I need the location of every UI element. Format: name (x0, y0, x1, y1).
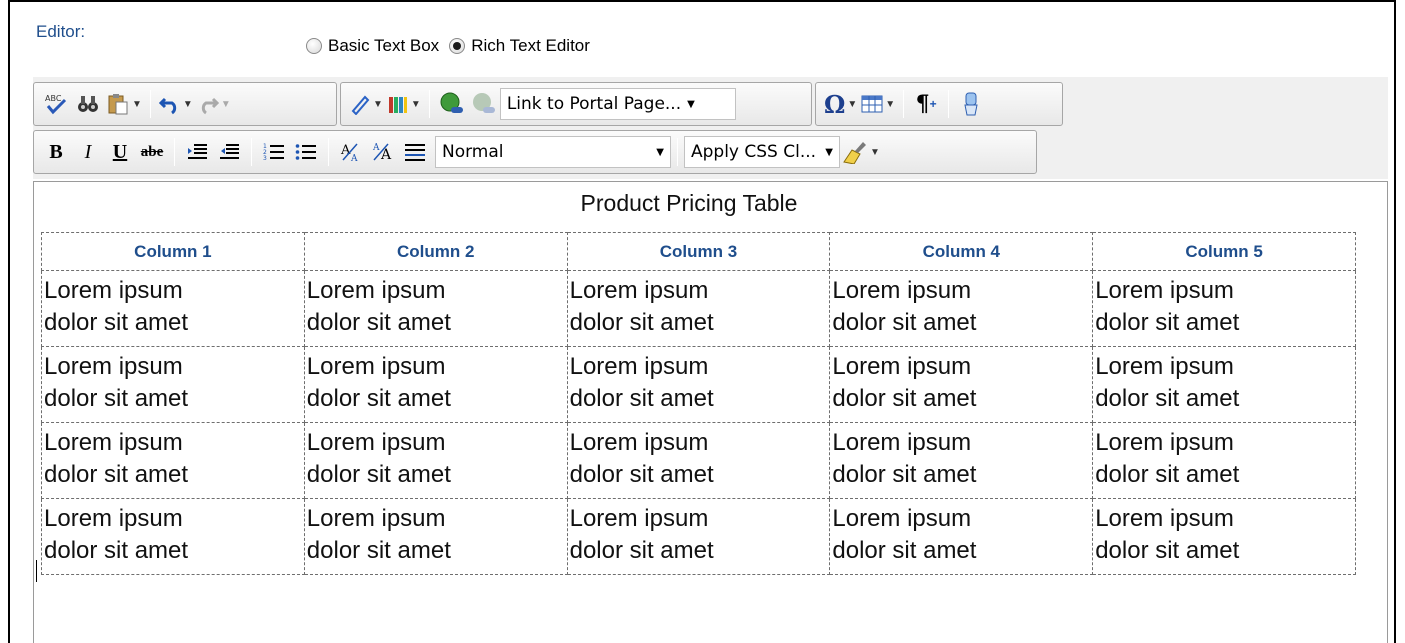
spellcheck-icon[interactable]: ABC (42, 87, 70, 121)
basic-text-box-radio[interactable] (306, 38, 322, 54)
table-cell[interactable]: Lorem ipsum dolor sit amet (1092, 346, 1356, 423)
toolbar-separator (328, 138, 329, 166)
outdent-icon[interactable] (215, 135, 243, 169)
justify-icon[interactable] (401, 135, 429, 169)
table-row: Lorem ipsum dolor sit amet Lorem ipsum d… (41, 422, 1356, 499)
table-cell[interactable]: Lorem ipsum dolor sit amet (829, 498, 1094, 575)
toolbar-separator (149, 90, 151, 118)
column-header[interactable]: Column 5 (1092, 232, 1356, 271)
table-cell[interactable]: Lorem ipsum dolor sit amet (303, 346, 568, 423)
product-pricing-table[interactable]: Column 1 Column 2 Column 3 Column 4 Colu… (41, 232, 1356, 575)
svg-text:A: A (372, 143, 380, 153)
link-dropdown-value: Link to Portal Page... (506, 94, 682, 114)
paragraph-icon[interactable]: ¶ + (912, 87, 940, 121)
column-header[interactable]: Column 3 (566, 232, 831, 271)
table-cell[interactable]: Lorem ipsum dolor sit amet (1092, 270, 1356, 347)
editor-mode-radio-group: Basic Text Box Rich Text Editor (306, 36, 600, 56)
editor-toolbar: ABC ▼ ▼ ▼ ▼ ▼ Link to Portal Page... ▼ Ω… (33, 77, 1388, 179)
table-row: Lorem ipsum dolor sit amet Lorem ipsum d… (41, 346, 1356, 423)
apply-css-class-dropdown[interactable]: Apply CSS Cl... ▼ (684, 136, 840, 168)
table-cell[interactable]: Lorem ipsum dolor sit amet (41, 498, 305, 575)
special-char-icon[interactable]: Ω ▼ (824, 87, 857, 121)
table-cell[interactable]: Lorem ipsum dolor sit amet (303, 498, 568, 575)
table-cell[interactable]: Lorem ipsum dolor sit amet (41, 422, 305, 499)
paste-icon[interactable]: ▼ (106, 87, 142, 121)
format-painter-icon[interactable]: ▼ (842, 135, 880, 169)
svg-text:A: A (340, 143, 351, 158)
toolbar-separator (677, 138, 678, 166)
basic-text-box-label[interactable]: Basic Text Box (328, 36, 439, 56)
text-cursor (36, 560, 37, 582)
rich-text-editor-label[interactable]: Rich Text Editor (471, 36, 590, 56)
find-replace-icon[interactable] (74, 87, 102, 121)
column-header[interactable]: Column 4 (829, 232, 1094, 271)
table-cell[interactable]: Lorem ipsum dolor sit amet (303, 422, 568, 499)
table-cell[interactable]: Lorem ipsum dolor sit amet (41, 346, 305, 423)
toolbar-group-format: B I U abe 123 AA AA Normal ▼ Apply CSS C… (33, 130, 1037, 174)
underline-icon[interactable]: U (106, 135, 134, 169)
table-cell[interactable]: Lorem ipsum dolor sit amet (566, 422, 831, 499)
toolbar-separator (903, 90, 905, 118)
format-dropdown-value: Normal (442, 142, 504, 162)
table-cell[interactable]: Lorem ipsum dolor sit amet (1092, 498, 1356, 575)
toolbar-group-links: ▼ ▼ Link to Portal Page... ▼ (340, 82, 812, 126)
highlight-color-icon[interactable]: ▼ (349, 87, 383, 121)
editor-label: Editor: (36, 22, 86, 41)
toolbar-group-insert: Ω ▼ ▼ ¶ + (815, 82, 1063, 126)
svg-text:A: A (380, 147, 392, 163)
remove-link-icon[interactable] (470, 87, 498, 121)
chevron-down-icon: ▼ (825, 146, 833, 158)
svg-text:A: A (350, 154, 358, 163)
italic-icon[interactable]: I (74, 135, 102, 169)
table-cell[interactable]: Lorem ipsum dolor sit amet (1092, 422, 1356, 499)
link-to-portal-page-dropdown[interactable]: Link to Portal Page... ▼ (499, 88, 736, 120)
toolbar-separator (428, 90, 430, 118)
table-cell[interactable]: Lorem ipsum dolor sit amet (829, 346, 1094, 423)
chevron-down-icon: ▼ (656, 146, 664, 158)
table-cell[interactable]: Lorem ipsum dolor sit amet (829, 270, 1094, 347)
table-cell[interactable]: Lorem ipsum dolor sit amet (829, 422, 1094, 499)
table-cell[interactable]: Lorem ipsum dolor sit amet (566, 346, 831, 423)
undo-icon[interactable]: ▼ (158, 87, 193, 121)
clean-format-icon[interactable] (957, 87, 985, 121)
numbered-list-icon[interactable]: 123 (260, 135, 288, 169)
toolbar-row-2: B I U abe 123 AA AA Normal ▼ Apply CSS C… (33, 129, 1040, 175)
table-row: Lorem ipsum dolor sit amet Lorem ipsum d… (41, 270, 1356, 347)
svg-text:3: 3 (263, 155, 267, 162)
column-header[interactable]: Column 2 (303, 232, 568, 271)
indent-icon[interactable] (183, 135, 211, 169)
table-cell[interactable]: Lorem ipsum dolor sit amet (303, 270, 568, 347)
chevron-down-icon: ▼ (687, 98, 695, 110)
table-header-row: Column 1 Column 2 Column 3 Column 4 Colu… (41, 232, 1356, 271)
redo-icon[interactable]: ▼ (197, 87, 231, 121)
bulleted-list-icon[interactable] (292, 135, 320, 169)
bold-icon[interactable]: B (42, 135, 70, 169)
toolbar-separator (174, 138, 175, 166)
column-header[interactable]: Column 1 (41, 232, 305, 271)
insert-link-icon[interactable] (438, 87, 466, 121)
superscript-icon[interactable]: AA (337, 135, 365, 169)
toolbar-group-edit: ABC ▼ ▼ ▼ (33, 82, 337, 126)
toolbar-separator (948, 90, 950, 118)
subscript-icon[interactable]: AA (369, 135, 397, 169)
table-cell[interactable]: Lorem ipsum dolor sit amet (41, 270, 305, 347)
css-dropdown-value: Apply CSS Cl... (691, 142, 817, 162)
table-row: Lorem ipsum dolor sit amet Lorem ipsum d… (41, 498, 1356, 575)
toolbar-separator (251, 138, 252, 166)
paragraph-format-dropdown[interactable]: Normal ▼ (435, 136, 671, 168)
insert-table-icon[interactable]: ▼ (861, 87, 895, 121)
table-cell[interactable]: Lorem ipsum dolor sit amet (566, 498, 831, 575)
rich-text-content-area[interactable]: Product Pricing Table Column 1 Column 2 … (33, 181, 1388, 643)
strikethrough-icon[interactable]: abe (138, 135, 166, 169)
table-cell[interactable]: Lorem ipsum dolor sit amet (566, 270, 831, 347)
toolbar-row-1: ABC ▼ ▼ ▼ ▼ ▼ Link to Portal Page... ▼ Ω… (33, 81, 1066, 127)
table-caption: Product Pricing Table (580, 190, 798, 216)
svg-text:ABC: ABC (45, 94, 62, 103)
font-color-icon[interactable]: ▼ (387, 87, 421, 121)
rich-text-editor-radio[interactable] (449, 38, 466, 54)
